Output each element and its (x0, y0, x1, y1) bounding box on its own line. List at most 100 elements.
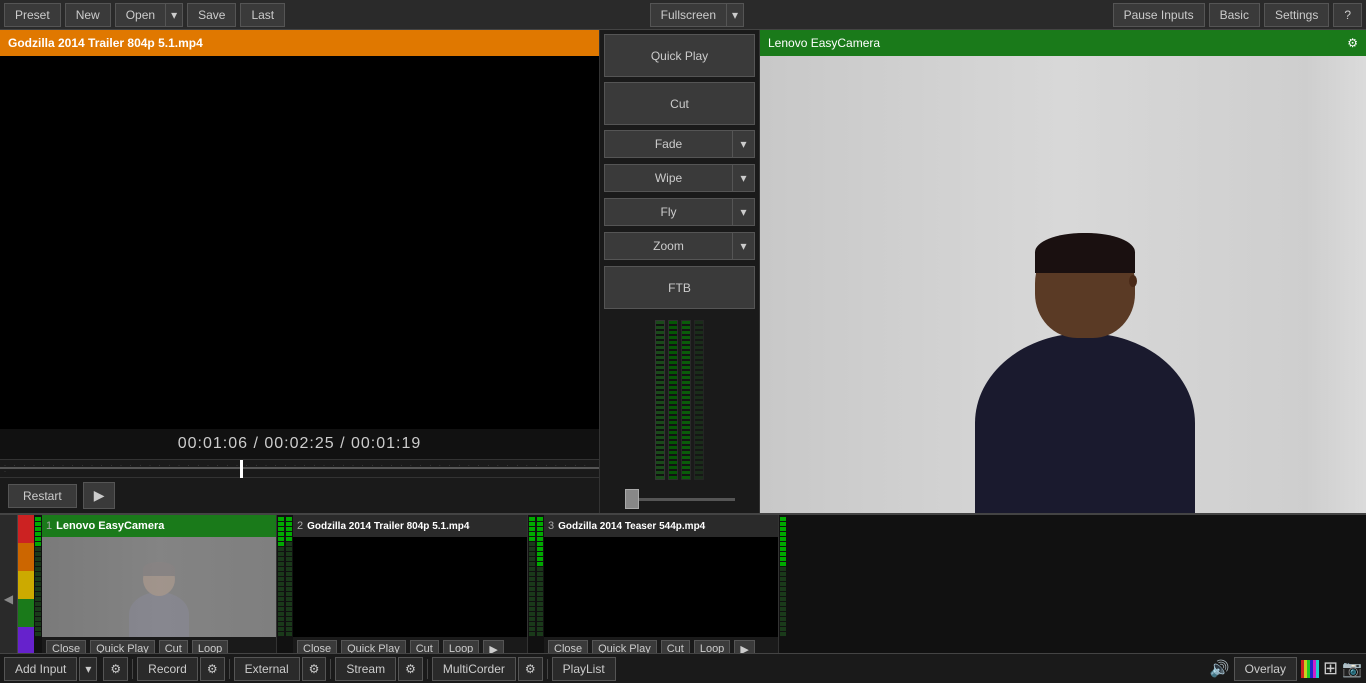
video-timeline[interactable]: · · · · · · · · · · · · · · · · · · · · … (0, 459, 599, 477)
input-2-num: 2 (297, 520, 303, 532)
playlist-button[interactable]: PlayList (552, 657, 616, 681)
wipe-group: Wipe ▾ (604, 164, 755, 192)
stream-button[interactable]: Stream (335, 657, 396, 681)
fly-button[interactable]: Fly (604, 198, 733, 226)
level-meters (655, 320, 704, 480)
top-bar: Preset New Open ▾ Save Last Fullscreen ▾… (0, 0, 1366, 30)
add-input-gear-button[interactable]: ⚙ (103, 657, 128, 681)
bottom-bar: Add Input ▾ ⚙ Record ⚙ External ⚙ Stream… (0, 653, 1366, 683)
cut-button[interactable]: Cut (604, 82, 755, 125)
grid-icon[interactable]: ⊞ (1323, 658, 1338, 679)
fullscreen-split-button: Fullscreen ▾ (650, 3, 744, 27)
person-figure (975, 341, 1195, 513)
wipe-button[interactable]: Wipe (604, 164, 733, 192)
swatch-yellow[interactable] (18, 571, 34, 599)
camera-section: Lenovo EasyCamera ⚙ (760, 30, 1366, 513)
add-input-arrow[interactable]: ▾ (79, 657, 97, 681)
volume-slider[interactable] (625, 489, 735, 509)
preset-button[interactable]: Preset (4, 3, 61, 27)
person-body (975, 333, 1195, 513)
fullscreen-button[interactable]: Fullscreen (650, 3, 726, 27)
camera-content (760, 56, 1366, 513)
bottom-right-controls: 🔊 Overlay ⊞ 📷 (1210, 657, 1362, 681)
input-3-thumbnail (544, 537, 778, 637)
last-button[interactable]: Last (240, 3, 285, 27)
video-time: 00:01:06 / 00:02:25 / 00:01:19 (0, 429, 599, 459)
camera-title-text: Lenovo EasyCamera (768, 36, 880, 50)
volume-icon[interactable]: 🔊 (1210, 659, 1230, 679)
zoom-arrow-button[interactable]: ▾ (733, 232, 755, 260)
separator-2 (229, 659, 230, 679)
input-1-header: 1 Lenovo EasyCamera (42, 515, 276, 537)
multicorder-button[interactable]: MultiCorder (432, 657, 516, 681)
stream-gear-button[interactable]: ⚙ (398, 657, 423, 681)
input-3-title: Godzilla 2014 Teaser 544p.mp4 (558, 521, 774, 532)
fade-button[interactable]: Fade (604, 130, 733, 158)
external-button[interactable]: External (234, 657, 300, 681)
add-input-button[interactable]: Add Input (4, 657, 77, 681)
swatch-purple[interactable] (18, 627, 34, 655)
pause-inputs-button[interactable]: Pause Inputs (1113, 3, 1205, 27)
camera-gear-icon[interactable]: ⚙ (1347, 36, 1358, 50)
restart-button[interactable]: Restart (8, 484, 77, 508)
input-2-title: Godzilla 2014 Trailer 804p 5.1.mp4 (307, 521, 523, 532)
external-gear-button[interactable]: ⚙ (302, 657, 327, 681)
settings-button[interactable]: Settings (1264, 3, 1329, 27)
volume-handle[interactable] (625, 489, 639, 509)
separator-3 (330, 659, 331, 679)
person-head (1035, 233, 1135, 338)
video-title: Godzilla 2014 Trailer 804p 5.1.mp4 (0, 30, 599, 56)
transition-section: Quick Play Cut Fade ▾ Wipe ▾ Fly ▾ Zoom … (600, 30, 760, 513)
person-ear-detail (1129, 275, 1137, 287)
new-button[interactable]: New (65, 3, 111, 27)
color-bars-icon[interactable] (1301, 660, 1319, 678)
open-button[interactable]: Open (115, 3, 165, 27)
input-1-thumbnail (42, 537, 276, 637)
multicorder-gear-button[interactable]: ⚙ (518, 657, 543, 681)
input-2-header: 2 Godzilla 2014 Trailer 804p 5.1.mp4 (293, 515, 527, 537)
record-gear-button[interactable]: ⚙ (200, 657, 225, 681)
zoom-button[interactable]: Zoom (604, 232, 733, 260)
swatch-orange[interactable] (18, 543, 34, 571)
volume-track (639, 498, 735, 501)
play-button[interactable]: ▶ (83, 482, 116, 509)
record-button[interactable]: Record (137, 657, 198, 681)
video-section: Godzilla 2014 Trailer 804p 5.1.mp4 00:01… (0, 30, 600, 513)
wipe-arrow-button[interactable]: ▾ (733, 164, 755, 192)
middle-row: Godzilla 2014 Trailer 804p 5.1.mp4 00:01… (0, 30, 1366, 513)
separator-5 (547, 659, 548, 679)
fly-arrow-button[interactable]: ▾ (733, 198, 755, 226)
video-controls: Restart ▶ (0, 477, 599, 513)
fade-group: Fade ▾ (604, 130, 755, 158)
time-separator1: / (253, 435, 264, 452)
video-canvas (0, 56, 599, 429)
camera-title-bar: Lenovo EasyCamera ⚙ (760, 30, 1366, 56)
fly-group: Fly ▾ (604, 198, 755, 226)
swatch-green[interactable] (18, 599, 34, 627)
open-arrow-button[interactable]: ▾ (165, 3, 183, 27)
ftb-button[interactable]: FTB (604, 266, 755, 309)
time-total: 00:02:25 (264, 435, 334, 452)
time-remaining: 00:01:19 (351, 435, 421, 452)
separator-1 (132, 659, 133, 679)
camera-feed (760, 56, 1366, 513)
overlay-button[interactable]: Overlay (1234, 657, 1297, 681)
zoom-group: Zoom ▾ (604, 232, 755, 260)
time-current: 00:01:06 (178, 435, 248, 452)
help-button[interactable]: ? (1333, 3, 1362, 27)
add-input-group: Add Input ▾ (4, 657, 97, 681)
camera-window (1306, 56, 1366, 513)
input-1-num: 1 (46, 520, 52, 532)
screenshot-icon[interactable]: 📷 (1342, 659, 1362, 679)
fullscreen-arrow-button[interactable]: ▾ (726, 3, 744, 27)
save-button[interactable]: Save (187, 3, 236, 27)
fade-arrow-button[interactable]: ▾ (733, 130, 755, 158)
basic-button[interactable]: Basic (1209, 3, 1260, 27)
person-hair (1035, 233, 1135, 273)
timeline-playhead[interactable] (240, 460, 243, 478)
quick-play-button[interactable]: Quick Play (604, 34, 755, 77)
time-separator2: / (340, 435, 351, 452)
open-split-button: Open ▾ (115, 3, 183, 27)
input-2-thumbnail (293, 537, 527, 637)
swatch-red[interactable] (18, 515, 34, 543)
